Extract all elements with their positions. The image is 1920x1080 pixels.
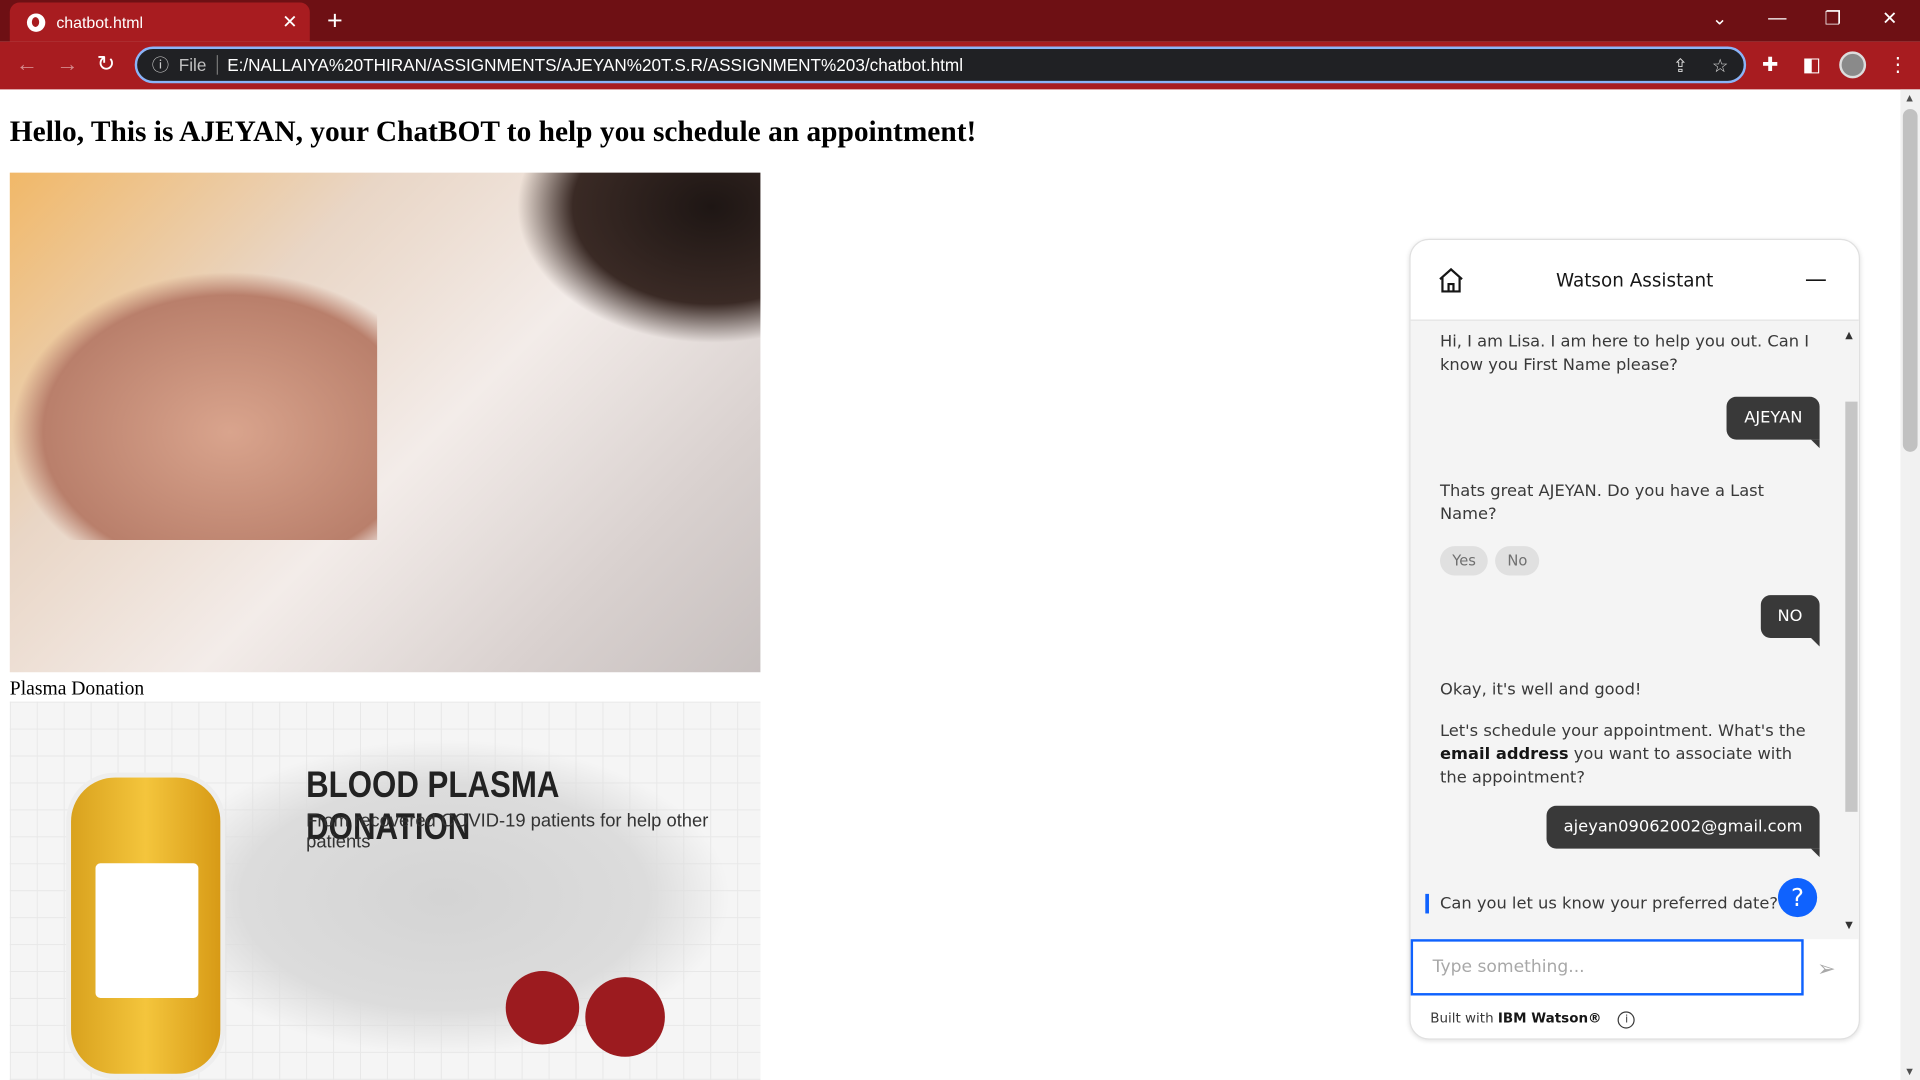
plasma-bag-illustration (66, 772, 226, 1079)
chat-title: Watson Assistant (1555, 269, 1714, 292)
minimize-icon[interactable]: — (1768, 7, 1786, 28)
new-tab-button[interactable]: + (327, 5, 343, 37)
bot-message: Can you let us know your preferred date? (1440, 895, 1779, 914)
typing-indicator-bar (1425, 893, 1429, 914)
bot-message: Okay, it's well and good! (1440, 680, 1642, 700)
close-window-icon[interactable]: ✕ (1882, 7, 1897, 30)
image-caption: Plasma Donation (9, 678, 145, 700)
send-icon[interactable]: ➢ (1817, 956, 1835, 982)
menu-icon[interactable]: ⋮ (1888, 53, 1908, 77)
back-icon[interactable]: ← (16, 51, 38, 77)
tab-search-icon[interactable]: ⌄ (1712, 7, 1727, 30)
bot-message: Let's schedule your appointment. What's … (1440, 722, 1806, 788)
forward-icon[interactable]: → (56, 51, 78, 77)
address-bar[interactable]: ⓘ File E:/NALLAIYA%20THIRAN/ASSIGNMENTS/… (134, 46, 1747, 84)
info-icon[interactable]: ⓘ (152, 53, 169, 77)
image-subtitle: From recovered COVID-19 patients for hel… (306, 810, 709, 853)
url-text[interactable]: E:/NALLAIYA%20THIRAN/ASSIGNMENTS/AJEYAN%… (227, 55, 963, 75)
message-input[interactable]: Type something... (1410, 939, 1804, 996)
tab-title: chatbot.html (56, 12, 144, 32)
bot-message: Hi, I am Lisa. I am here to help you out… (1440, 333, 1810, 375)
reload-icon[interactable]: ↻ (97, 51, 115, 77)
plasma-donation-photo (9, 172, 761, 673)
chat-header: Watson Assistant — (1410, 240, 1859, 321)
user-message: ajeyan09062002@gmail.com (1546, 805, 1820, 858)
user-message: AJEYAN (1727, 396, 1820, 449)
page-scrollbar[interactable]: ▲ ▼ (1900, 89, 1920, 1080)
close-tab-icon[interactable]: ✕ (282, 11, 297, 33)
browser-toolbar: ← → ↻ ⓘ File E:/NALLAIYA%20THIRAN/ASSIGN… (0, 41, 1920, 90)
restore-icon[interactable]: ❐ (1824, 7, 1840, 30)
page-heading: Hello, This is AJEYAN, your ChatBOT to h… (9, 116, 977, 149)
chat-messages: Hi, I am Lisa. I am here to help you out… (1410, 320, 1859, 940)
minimize-chat-icon[interactable]: — (1805, 267, 1827, 293)
tab-bar: chatbot.html ✕ + ⌄ — ❐ ✕ (0, 0, 1920, 42)
watson-chat-widget: Watson Assistant — Hi, I am Lisa. I am h… (1409, 238, 1861, 1040)
chat-footer: Built with IBM Watson® i (1430, 1010, 1636, 1029)
bookmark-star-icon[interactable]: ☆ (1712, 55, 1728, 77)
profile-avatar[interactable] (1839, 51, 1867, 79)
extensions-icon[interactable]: ✚ (1762, 53, 1778, 77)
user-message: NO (1760, 595, 1821, 647)
help-button[interactable]: ? (1777, 877, 1818, 918)
info-icon[interactable]: i (1618, 1011, 1636, 1029)
option-no-button[interactable]: No (1495, 546, 1540, 576)
globe-icon (26, 12, 46, 32)
option-yes-button[interactable]: Yes (1440, 546, 1489, 576)
chat-scrollbar[interactable]: ▲ ▼ (1842, 321, 1859, 939)
browser-tab[interactable]: chatbot.html ✕ (9, 2, 310, 42)
share-icon[interactable]: ⇪ (1673, 55, 1688, 77)
bot-message: Thats great AJEYAN. Do you have a Last N… (1440, 482, 1765, 525)
url-scheme-label: File (179, 55, 218, 75)
blood-plasma-donation-image: BLOOD PLASMA DONATION From recovered COV… (9, 701, 761, 1080)
side-panel-icon[interactable]: ◧ (1802, 53, 1821, 77)
